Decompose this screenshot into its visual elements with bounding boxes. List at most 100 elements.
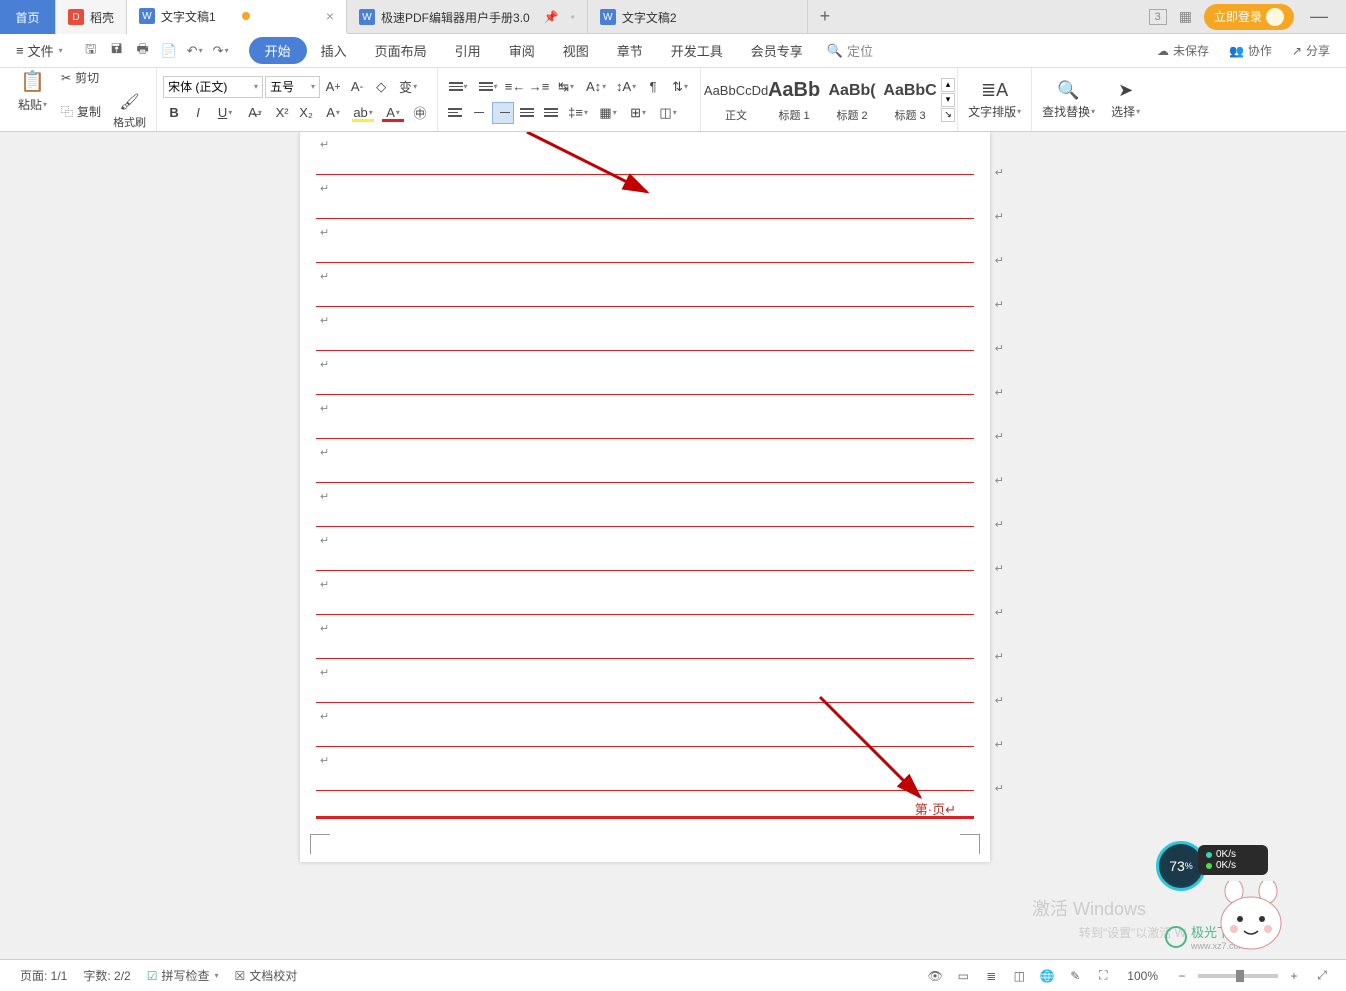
clear-format-button[interactable]: ◇ [370, 76, 392, 98]
fit-button[interactable]: ⛶ [1091, 964, 1115, 988]
bullets-button[interactable]: ▾ [444, 76, 472, 98]
cut-button[interactable]: 剪切 [57, 67, 150, 88]
unsaved-button[interactable]: ☁未保存 [1149, 38, 1217, 63]
close-icon[interactable]: × [326, 8, 334, 24]
sort-button[interactable]: ↕A▾ [612, 76, 640, 98]
save-button[interactable]: 🖫 [79, 39, 103, 63]
numbering-button[interactable]: ▾ [474, 76, 502, 98]
align-justify-button[interactable] [516, 102, 538, 124]
font-name-select[interactable]: 宋体 (正文)▾ [163, 76, 263, 98]
tab-home[interactable]: 首页 [0, 0, 56, 34]
shading-button[interactable]: ▦▾ [594, 102, 622, 124]
decrease-font-button[interactable]: A- [346, 76, 368, 98]
file-menu[interactable]: ≡ 文件 ▾ [8, 37, 71, 64]
menu-tab-reference[interactable]: 引用 [441, 35, 495, 66]
tab-doc1[interactable]: W 文字文稿1 × [127, 0, 347, 34]
print-preview-button[interactable]: 📄 [157, 39, 181, 63]
word-count[interactable]: 字数: 2/2 [75, 967, 138, 984]
menu-tab-review[interactable]: 审阅 [495, 35, 549, 66]
bold-button[interactable]: B [163, 102, 185, 124]
style-h2[interactable]: AaBb(标题 2 [823, 75, 881, 125]
tab-doc2[interactable]: W 文字文稿2 [588, 0, 808, 34]
subscript-button[interactable]: X₂ [295, 102, 317, 124]
edit-icon[interactable]: ✎ [1063, 964, 1087, 988]
align-distribute-button[interactable] [540, 102, 562, 124]
italic-button[interactable]: I [187, 102, 209, 124]
minimize-button[interactable]: — [1302, 6, 1336, 27]
coop-button[interactable]: 👥协作 [1221, 38, 1280, 63]
menu-tab-dev[interactable]: 开发工具 [657, 35, 737, 66]
zoom-out-button[interactable]: − [1170, 964, 1194, 988]
fullscreen-button[interactable]: ⤢ [1310, 964, 1334, 988]
borders-button[interactable]: ⊞▾ [624, 102, 652, 124]
menu-tab-layout[interactable]: 页面布局 [361, 35, 441, 66]
asian-layout-button[interactable]: A↕▾ [582, 76, 610, 98]
document-page[interactable]: ↵↵↵↵↵↵↵↵↵↵↵↵↵↵↵↵↵↵↵↵↵↵↵↵↵↵↵↵↵↵ 第·页↵ [300, 132, 990, 862]
format-button[interactable]: ⇅▾ [666, 76, 694, 98]
paste-button[interactable]: 📋 粘贴▾ [14, 67, 51, 115]
select-button[interactable]: ➤ 选择▾ [1107, 78, 1144, 122]
line-spacing-button[interactable]: ‡≡▾ [564, 102, 592, 124]
tab-button[interactable]: ↹▾ [552, 76, 580, 98]
font-size-select[interactable]: 五号▾ [265, 76, 320, 98]
grid-icon[interactable]: ▦ [1175, 8, 1196, 25]
page-indicator[interactable]: 页面: 1/1 [12, 967, 75, 984]
align-right-button[interactable] [492, 102, 514, 124]
decrease-indent-button[interactable]: ≡← [504, 76, 526, 98]
tab-docer[interactable]: D 稻壳 [56, 0, 127, 34]
align-center-button[interactable] [468, 102, 490, 124]
styles-up-button[interactable]: ▴ [941, 78, 955, 92]
tab-pdf[interactable]: W 极速PDF编辑器用户手册3.0 📌 • [347, 0, 588, 34]
outline-button[interactable]: ≣ [979, 964, 1003, 988]
page-indicator[interactable]: 3 [1149, 9, 1167, 25]
print-button[interactable]: 🖶 [131, 39, 155, 63]
zoom-level[interactable]: 100% [1119, 969, 1166, 983]
zoom-thumb[interactable] [1236, 970, 1244, 982]
format-painter-button[interactable]: 🖌 格式刷 [109, 90, 150, 132]
globe-icon[interactable]: 🌐 [1035, 964, 1059, 988]
superscript-button[interactable]: X² [271, 102, 293, 124]
menu-tab-member[interactable]: 会员专享 [737, 35, 817, 66]
eye-icon[interactable]: 👁 [923, 964, 947, 988]
phonetic-button[interactable]: 变▾ [394, 76, 422, 98]
styles-down-button[interactable]: ▾ [941, 93, 955, 107]
redo-button[interactable]: ↷▾ [209, 39, 233, 63]
new-tab-button[interactable]: + [808, 0, 842, 33]
zoom-slider[interactable] [1198, 974, 1278, 978]
web-layout-button[interactable]: ◫ [1007, 964, 1031, 988]
login-button[interactable]: 立即登录 [1204, 4, 1294, 30]
proofread-button[interactable]: ☒文档校对 [227, 967, 306, 984]
align-left-button[interactable] [444, 102, 466, 124]
increase-font-button[interactable]: A+ [322, 76, 344, 98]
menu-tab-insert[interactable]: 插入 [307, 35, 361, 66]
copy-button[interactable]: ⿻复制 [57, 90, 105, 132]
text-effects-button[interactable]: A▾ [319, 102, 347, 124]
document-canvas[interactable]: ↵↵↵↵↵↵↵↵↵↵↵↵↵↵↵↵↵↵↵↵↵↵↵↵↵↵↵↵↵↵ 第·页↵ [0, 132, 1346, 959]
underline-button[interactable]: U▾ [211, 102, 239, 124]
style-h3[interactable]: AaBbC标题 3 [881, 75, 939, 125]
pin-icon[interactable]: 📌 [544, 10, 559, 24]
mascot-icon[interactable] [1216, 881, 1286, 951]
styles-more-button[interactable]: ↘ [941, 108, 955, 122]
goto-field[interactable]: 🔍 定位 [817, 37, 883, 64]
menu-tab-start[interactable]: 开始 [249, 37, 307, 64]
enclosed-char-button[interactable]: ㊥ [409, 102, 431, 124]
save-as-button[interactable]: 🖬 [105, 39, 129, 63]
menu-tab-section[interactable]: 章节 [603, 35, 657, 66]
show-marks-button[interactable]: ¶ [642, 76, 664, 98]
text-layout-button[interactable]: ≣А 文字排版▾ [964, 78, 1025, 122]
increase-indent-button[interactable]: →≡ [528, 76, 550, 98]
pane-button[interactable]: ◫▾ [654, 102, 682, 124]
style-h1[interactable]: AaBb标题 1 [765, 75, 823, 125]
strike-button[interactable]: A̶▾ [241, 102, 269, 124]
spell-check-toggle[interactable]: ☑拼写检查▾ [139, 967, 227, 984]
find-replace-button[interactable]: 🔍 查找替换▾ [1038, 78, 1099, 122]
style-normal[interactable]: AaBbCcDd正文 [707, 75, 765, 125]
highlight-button[interactable]: ab▾ [349, 102, 377, 124]
print-layout-button[interactable]: ▭ [951, 964, 975, 988]
menu-tab-view[interactable]: 视图 [549, 35, 603, 66]
font-color-button[interactable]: A▾ [379, 102, 407, 124]
share-button[interactable]: ↗分享 [1284, 38, 1338, 63]
undo-button[interactable]: ↶▾ [183, 39, 207, 63]
zoom-in-button[interactable]: + [1282, 964, 1306, 988]
